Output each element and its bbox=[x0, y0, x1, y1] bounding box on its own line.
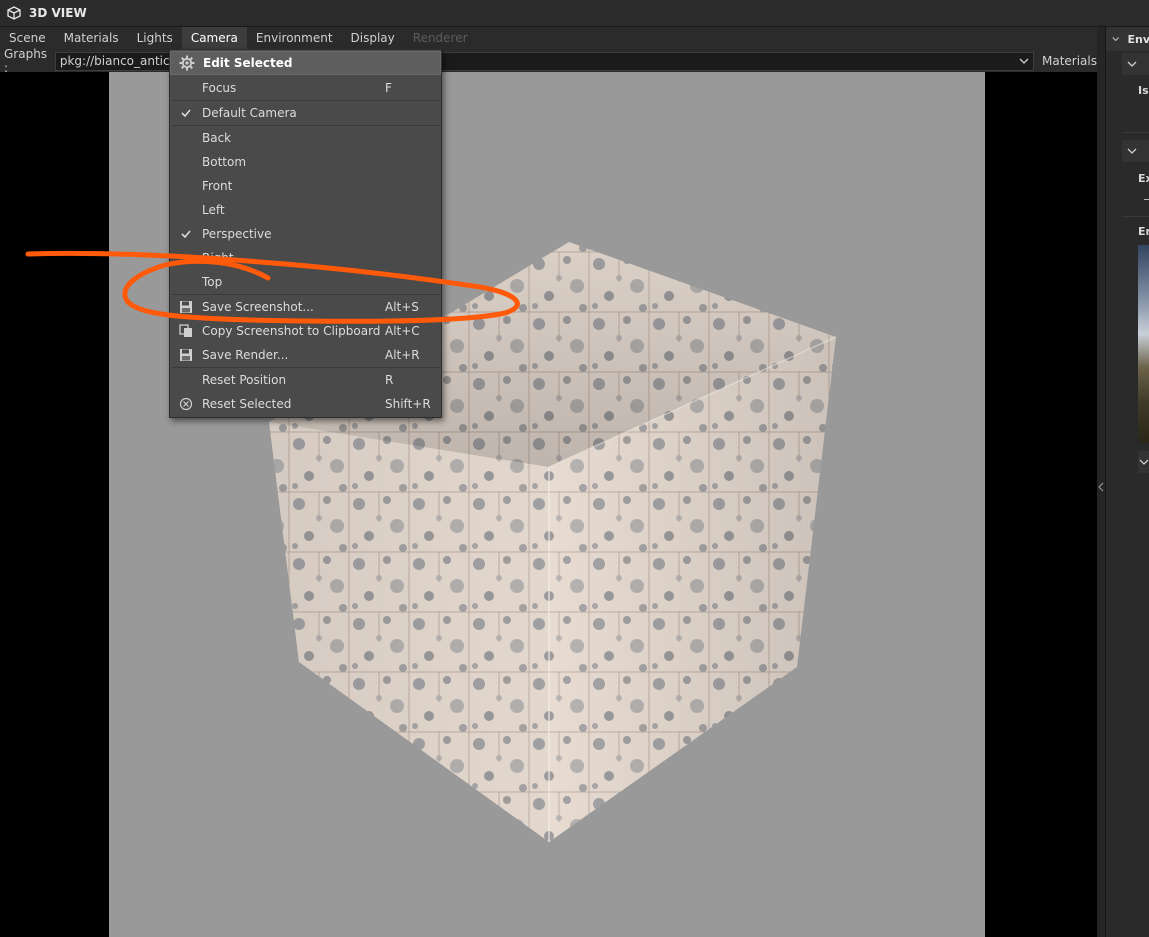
menu-camera[interactable]: Camera bbox=[181, 27, 247, 50]
property-label: Is bbox=[1138, 84, 1149, 97]
check-icon bbox=[181, 230, 191, 239]
menu-item-label: Perspective bbox=[202, 227, 272, 241]
chevron-down-icon bbox=[1127, 61, 1137, 67]
menu-item-shortcut: Alt+R bbox=[385, 348, 420, 362]
property-label: Ex bbox=[1138, 172, 1149, 185]
menu-item-label: Left bbox=[202, 203, 225, 217]
chevron-left-icon[interactable] bbox=[1098, 482, 1104, 492]
menu-item-shortcut: R bbox=[385, 373, 394, 387]
menu-item-back[interactable]: Back bbox=[170, 126, 441, 150]
environment-panel-title: Env bbox=[1127, 32, 1149, 46]
chevron-down-icon bbox=[1019, 58, 1029, 64]
environment-panel-header[interactable]: Env bbox=[1106, 27, 1149, 51]
menu-item-focus[interactable]: Focus F bbox=[170, 76, 441, 100]
menu-environment[interactable]: Environment bbox=[247, 27, 342, 50]
title-bar: 3D VIEW bbox=[0, 0, 1149, 27]
floppy-disk-icon bbox=[180, 349, 192, 361]
menu-item-copy-screenshot[interactable]: Copy Screenshot to Clipboard Alt+C bbox=[170, 319, 441, 343]
menu-item-save-screenshot[interactable]: Save Screenshot... Alt+S bbox=[170, 295, 441, 319]
viewport[interactable] bbox=[0, 72, 1097, 937]
section-toggle[interactable] bbox=[1122, 140, 1149, 162]
menu-item-bottom[interactable]: Bottom bbox=[170, 150, 441, 174]
menu-item-default-camera[interactable]: Default Camera bbox=[170, 101, 441, 125]
menu-item-label: Right bbox=[202, 251, 234, 265]
camera-menu: Edit Selected Focus F Default Camera Bac… bbox=[169, 49, 442, 418]
menu-item-shortcut: Alt+C bbox=[385, 324, 420, 338]
window-title: 3D VIEW bbox=[29, 6, 87, 20]
graphs-bar: Graphs : pkg://bianco_antico_ Materials bbox=[0, 47, 1097, 75]
menu-item-label: Default Camera bbox=[202, 106, 297, 120]
menu-item-label: Focus bbox=[202, 81, 237, 95]
menu-bar: Scene Materials Lights Camera Environmen… bbox=[0, 27, 1097, 50]
menu-item-label: Top bbox=[202, 275, 223, 289]
section-toggle[interactable] bbox=[1122, 53, 1149, 75]
environment-panel: Env Is Ex En bbox=[1105, 27, 1149, 937]
panel-splitter[interactable] bbox=[1097, 27, 1105, 937]
menu-materials[interactable]: Materials bbox=[55, 27, 128, 50]
menu-item-shortcut: F bbox=[385, 81, 392, 95]
menu-renderer[interactable]: Renderer bbox=[404, 27, 477, 50]
graphs-label: Graphs : bbox=[4, 47, 48, 75]
menu-item-reset-selected[interactable]: Reset Selected Shift+R bbox=[170, 392, 441, 416]
slider-tick bbox=[1144, 199, 1149, 200]
menu-item-save-render[interactable]: Save Render... Alt+R bbox=[170, 343, 441, 367]
check-icon bbox=[181, 109, 191, 118]
menu-item-right[interactable]: Right bbox=[170, 246, 441, 270]
menu-item-perspective[interactable]: Perspective bbox=[170, 222, 441, 246]
floppy-disk-icon bbox=[180, 301, 192, 313]
menu-item-shortcut: Alt+S bbox=[385, 300, 419, 314]
chevron-down-icon bbox=[1139, 459, 1149, 465]
menu-item-label: Front bbox=[202, 179, 233, 193]
menu-item-label: Save Render... bbox=[202, 348, 289, 362]
chevron-down-icon bbox=[1112, 37, 1120, 42]
menu-item-top[interactable]: Top bbox=[170, 270, 441, 294]
property-label: En bbox=[1138, 225, 1149, 238]
menu-item-label: Edit Selected bbox=[203, 56, 293, 70]
gear-icon bbox=[179, 55, 195, 71]
copy-icon bbox=[179, 324, 192, 337]
menu-item-shortcut: Shift+R bbox=[385, 397, 431, 411]
graph-select-value: pkg://bianco_antico_ bbox=[59, 53, 183, 68]
menu-item-label: Reset Selected bbox=[202, 397, 292, 411]
menu-item-label: Back bbox=[202, 131, 232, 145]
materials-label: Materials bbox=[1041, 54, 1097, 68]
cube-icon bbox=[7, 6, 21, 20]
menu-item-edit-selected[interactable]: Edit Selected bbox=[170, 51, 441, 75]
chevron-down-icon bbox=[1127, 148, 1137, 154]
menu-item-left[interactable]: Left bbox=[170, 198, 441, 222]
environment-thumbnail[interactable] bbox=[1138, 245, 1149, 443]
divider bbox=[1122, 132, 1149, 133]
menu-display[interactable]: Display bbox=[342, 27, 404, 50]
divider bbox=[1122, 216, 1149, 217]
menu-lights[interactable]: Lights bbox=[128, 27, 182, 50]
section-toggle[interactable] bbox=[1138, 451, 1149, 473]
menu-item-label: Bottom bbox=[202, 155, 247, 169]
menu-item-label: Reset Position bbox=[202, 373, 287, 387]
menu-item-reset-position[interactable]: Reset Position R bbox=[170, 368, 441, 392]
menu-item-label: Copy Screenshot to Clipboard bbox=[202, 324, 381, 338]
reset-icon bbox=[179, 397, 193, 411]
menu-item-front[interactable]: Front bbox=[170, 174, 441, 198]
menu-item-label: Save Screenshot... bbox=[202, 300, 314, 314]
